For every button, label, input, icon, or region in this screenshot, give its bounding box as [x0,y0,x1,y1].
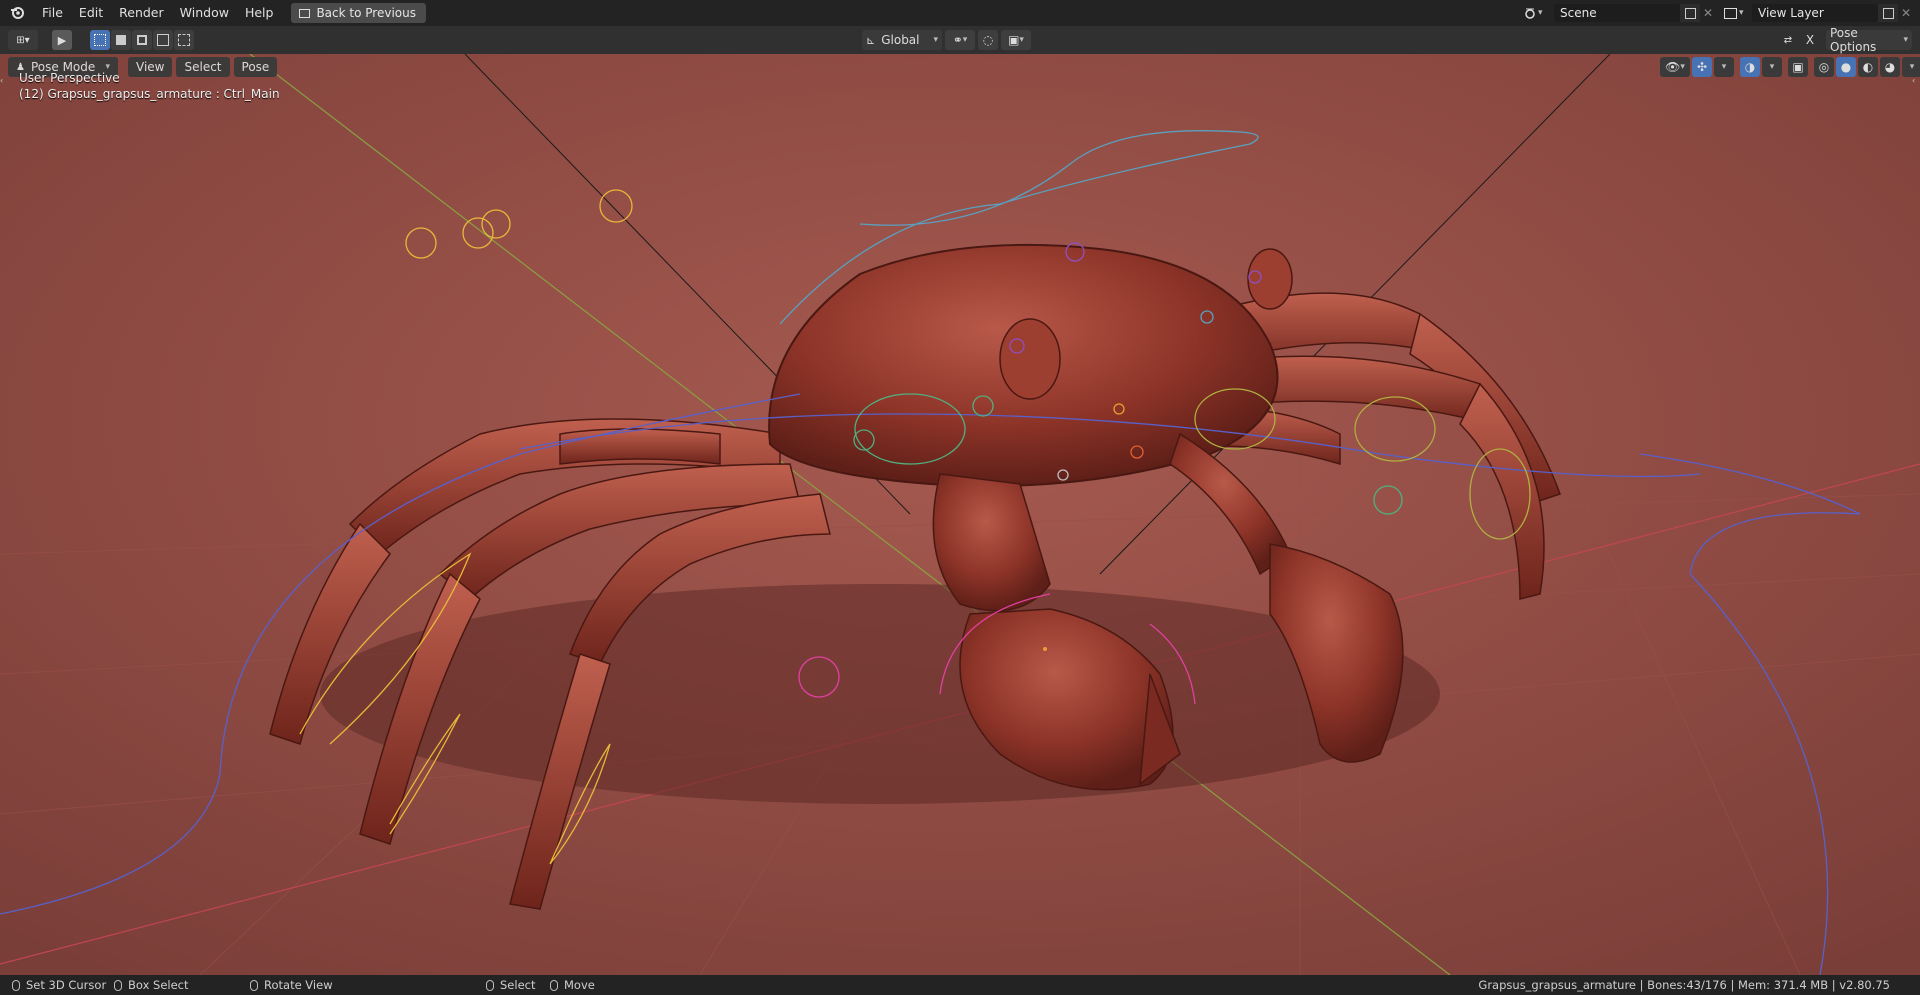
pose-options-dropdown[interactable]: Pose Options ▾ [1826,26,1912,54]
view-layer-selector-icon[interactable]: ▾ [1724,4,1750,22]
overlays-icon: ◑ [1744,60,1756,74]
solid-sphere-icon: ● [1840,60,1852,74]
status-rotate-view: Rotate View [264,978,333,992]
xray-icon: ▣ [1792,60,1804,74]
shading-dropdown[interactable]: ▾ [1902,57,1920,77]
mouse-middle-icon [250,979,258,991]
shading-wireframe-button[interactable]: ◎ [1814,57,1834,77]
viewport-scene [0,54,1920,975]
crab-eye-left [999,318,1061,400]
snap-target-dropdown[interactable]: ▣ ▾ [1001,30,1031,50]
overlays-dropdown[interactable]: ▾ [1762,57,1782,77]
pose-menu[interactable]: Pose [233,57,278,77]
menu-file[interactable]: File [34,0,71,26]
pose-options-label: Pose Options [1830,26,1877,54]
magnet-icon: ◌ [982,33,994,47]
select-new-icon [94,34,106,46]
shading-solid-button[interactable]: ● [1836,57,1856,77]
menu-help[interactable]: Help [237,0,282,26]
select-extend-icon [116,35,126,45]
tool-header: ⊞▾ ▶ ⊾ Global ▾ ⚭ ▾ ◌ ▣ ▾ ⇄ X Pose Options… [0,26,1920,55]
orientation-axes-icon: ⊾ [866,33,876,47]
rendered-sphere-icon: ◕ [1884,60,1896,74]
viewport-shading-controls: 👁 ▾ ✣ ▾ ◑ ▾ ▣ ◎ ● ◐ ◕ ▾ [1660,57,1920,77]
crab-eye-right [1247,248,1293,310]
select-mode-invert-button[interactable] [153,30,173,50]
pivot-link-icon: ⚭ [952,33,963,47]
transform-orientation-label: Global [881,33,920,47]
status-select: Select [500,978,536,992]
active-object-info: (12) Grapsus_grapsus_armature : Ctrl_Mai… [19,87,280,101]
select-mode-subtract-button[interactable] [132,30,152,50]
mouse-drag-icon [114,979,122,991]
wireframe-sphere-icon: ◎ [1818,60,1830,74]
select-mode-extend-button[interactable] [111,30,131,50]
select-tool-button[interactable]: ▶ [52,30,72,50]
left-region-toggle[interactable]: ‹ [0,76,6,88]
back-button-label: Back to Previous [316,6,416,20]
mouse-right-drag-icon [550,979,558,991]
snap-toggle[interactable]: ◌ [978,30,998,50]
status-scene-info: Grapsus_grapsus_armature | Bones:43/176 … [1478,978,1890,992]
x-mirror-toggle[interactable]: X [1800,30,1820,50]
scene-selector-icon[interactable]: ▾ [1524,4,1550,22]
delete-scene-icon[interactable]: ✕ [1700,4,1716,22]
menu-render[interactable]: Render [111,0,172,26]
back-to-previous-button[interactable]: Back to Previous [291,3,426,23]
status-box-select: Box Select [128,978,189,992]
menu-window[interactable]: Window [172,0,237,26]
shading-rendered-button[interactable]: ◕ [1880,57,1900,77]
select-mode-new-button[interactable] [90,30,110,50]
view-layer-name-field[interactable]: View Layer [1752,4,1878,22]
3d-viewport[interactable]: ♟ Pose Mode ▾ View Select Pose 👁 ▾ ✣ ▾ ◑ … [0,54,1920,975]
select-intersect-icon [178,34,190,46]
origin-point [1043,647,1047,651]
visibility-dropdown[interactable]: 👁 ▾ [1660,57,1690,77]
delete-view-layer-icon[interactable]: ✕ [1898,4,1914,22]
editor-type-icon: ⊞▾ [16,34,30,46]
select-menu[interactable]: Select [176,57,230,77]
mouse-left-icon [12,979,20,991]
transform-orientation-dropdown[interactable]: ⊾ Global ▾ [862,30,942,50]
snap-increment-icon: ▣ [1008,33,1020,47]
new-scene-icon[interactable] [1680,4,1700,22]
blender-logo-icon[interactable] [0,0,34,26]
eye-icon: 👁 [1665,60,1681,74]
select-invert-icon [157,34,169,46]
new-view-layer-icon[interactable] [1878,4,1898,22]
right-region-toggle[interactable]: ‹ [1912,76,1918,88]
menu-edit[interactable]: Edit [71,0,111,26]
gizmo-toggle[interactable]: ✣ [1692,57,1712,77]
screen-icon [299,8,311,18]
status-bar: Set 3D Cursor Box Select Rotate View Sel… [0,975,1920,995]
mirror-icon: ⇄ [1783,34,1793,46]
top-menu-bar: File Edit Render Window Help Back to Pre… [0,0,1920,26]
view-menu[interactable]: View [128,57,173,77]
status-set-cursor: Set 3D Cursor [26,978,107,992]
editor-type-button[interactable]: ⊞▾ [8,30,38,50]
select-subtract-icon [137,35,147,45]
cursor-arrow-icon: ▶ [57,33,67,47]
material-sphere-icon: ◐ [1862,60,1874,74]
xray-toggle[interactable]: ▣ [1788,57,1808,77]
shading-material-button[interactable]: ◐ [1858,57,1878,77]
mouse-right-icon [486,979,494,991]
status-move: Move [564,978,595,992]
select-mode-intersect-button[interactable] [174,30,194,50]
mirror-toggle[interactable]: ⇄ [1778,30,1798,50]
pivot-point-dropdown[interactable]: ⚭ ▾ [945,30,975,50]
scene-name-field[interactable]: Scene [1554,4,1680,22]
gizmo-dropdown[interactable]: ▾ [1714,57,1734,77]
view-perspective-label: User Perspective [19,71,120,85]
gizmo-icon: ✣ [1696,60,1708,74]
overlays-toggle[interactable]: ◑ [1740,57,1760,77]
